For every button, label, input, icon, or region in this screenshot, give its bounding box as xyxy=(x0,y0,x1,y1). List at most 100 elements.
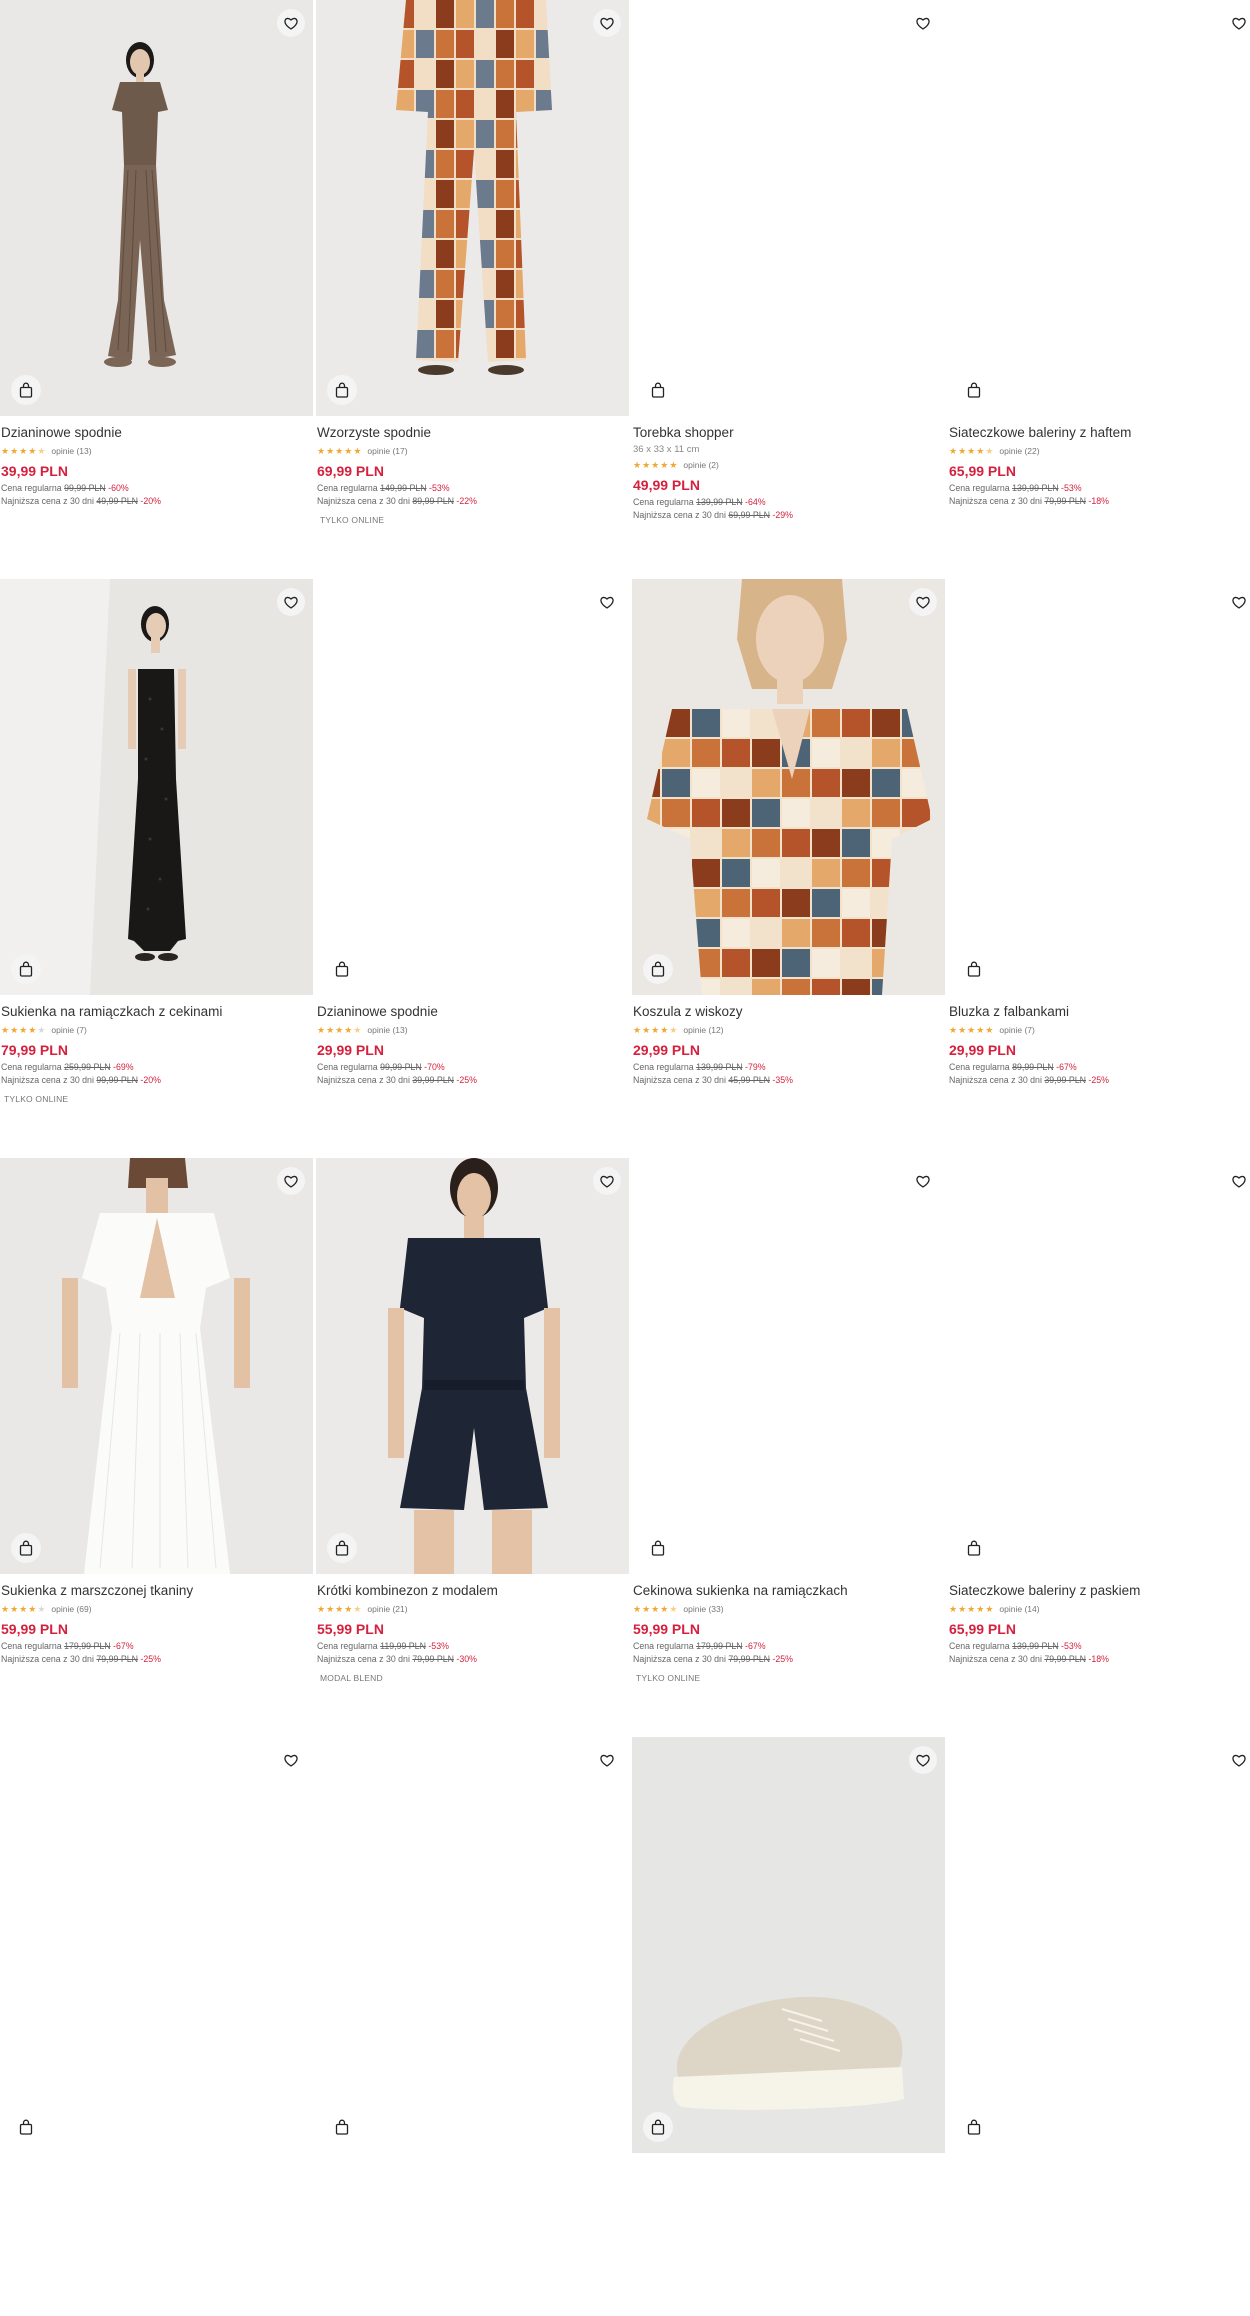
review-count[interactable]: opinie (7) xyxy=(51,1025,86,1035)
product-name[interactable]: Siateczkowe baleriny z haftem xyxy=(949,424,1250,441)
shopping-bag-icon[interactable] xyxy=(959,375,989,405)
product-name[interactable]: Dzianinowe spodnie xyxy=(1,424,312,441)
product-card-8[interactable]: Bluzka z falbankami ★ ★ ★ ★ ★ opinie (7) 29,… xyxy=(948,579,1250,1158)
shopping-bag-icon[interactable] xyxy=(327,375,357,405)
product-image[interactable] xyxy=(0,0,313,416)
heart-outline-icon[interactable] xyxy=(909,588,937,616)
product-card-11[interactable]: Cekinowa sukienka na ramiączkach ★ ★ ★ ★ ★ o… xyxy=(632,1158,945,1737)
star-icon: ★ xyxy=(651,459,660,470)
product-name[interactable]: Krótki kombinezon z modalem xyxy=(317,1582,628,1599)
product-image[interactable] xyxy=(0,1158,313,1574)
heart-outline-icon[interactable] xyxy=(1225,588,1250,616)
star-icon: ★ xyxy=(335,1603,344,1614)
product-image[interactable] xyxy=(632,1737,945,2153)
shopping-bag-icon[interactable] xyxy=(643,954,673,984)
heart-outline-icon[interactable] xyxy=(593,1167,621,1195)
review-count[interactable]: opinie (12) xyxy=(683,1025,723,1035)
product-card-6[interactable]: Dzianinowe spodnie ★ ★ ★ ★ ★ opinie (13) 29,… xyxy=(316,579,629,1158)
product-card-5[interactable]: Sukienka na ramiączkach z cekinami ★ ★ ★ ★ ★… xyxy=(0,579,313,1158)
product-image[interactable] xyxy=(0,1737,313,2153)
product-card-7[interactable]: Koszula z wiskozy ★ ★ ★ ★ ★ opinie (12) 29,9… xyxy=(632,579,945,1158)
shopping-bag-icon[interactable] xyxy=(959,2112,989,2142)
product-tag: MODAL BLEND xyxy=(320,1673,383,1683)
heart-outline-icon[interactable] xyxy=(593,9,621,37)
review-count[interactable]: opinie (13) xyxy=(51,446,91,456)
product-card-3[interactable]: Torebka shopper 36 x 33 x 11 cm ★ ★ ★ ★ ★ op… xyxy=(632,0,945,579)
shopping-bag-icon[interactable] xyxy=(643,375,673,405)
lowest-price-label: Najniższa cena z 30 dni xyxy=(1,1075,94,1085)
product-card-13[interactable]: ★★★★★ xyxy=(0,1737,313,2316)
heart-outline-icon[interactable] xyxy=(1225,1746,1250,1774)
product-card-4[interactable]: Siateczkowe baleriny z haftem ★ ★ ★ ★ ★ opin… xyxy=(948,0,1250,579)
heart-outline-icon[interactable] xyxy=(277,1167,305,1195)
shopping-bag-icon[interactable] xyxy=(959,954,989,984)
regular-discount: -53% xyxy=(429,483,450,493)
review-count[interactable]: opinie (22) xyxy=(999,446,1039,456)
heart-outline-icon[interactable] xyxy=(1225,9,1250,37)
product-name[interactable]: Sukienka z marszczonej tkaniny xyxy=(1,1582,312,1599)
product-image[interactable] xyxy=(632,579,945,995)
shopping-bag-icon[interactable] xyxy=(327,1533,357,1563)
product-card-1[interactable]: Dzianinowe spodnie ★ ★ ★ ★ ★ opinie (13) 39,… xyxy=(0,0,313,579)
star-icon: ★ xyxy=(660,459,669,470)
shopping-bag-icon[interactable] xyxy=(643,1533,673,1563)
review-count[interactable]: opinie (33) xyxy=(683,1604,723,1614)
heart-outline-icon[interactable] xyxy=(277,1746,305,1774)
product-image[interactable] xyxy=(632,1158,945,1574)
product-name[interactable]: Sukienka na ramiączkach z cekinami xyxy=(1,1003,312,1020)
review-count[interactable]: opinie (17) xyxy=(367,446,407,456)
product-image[interactable] xyxy=(948,1737,1250,2153)
heart-outline-icon[interactable] xyxy=(593,1746,621,1774)
product-image[interactable] xyxy=(948,0,1250,416)
product-image[interactable] xyxy=(316,0,629,416)
shopping-bag-icon[interactable] xyxy=(11,954,41,984)
review-count[interactable]: opinie (14) xyxy=(999,1604,1039,1614)
shopping-bag-icon[interactable] xyxy=(643,2112,673,2142)
product-name[interactable]: Dzianinowe spodnie xyxy=(317,1003,628,1020)
sale-price: 79,99 PLN xyxy=(1,1042,68,1058)
shopping-bag-icon[interactable] xyxy=(327,954,357,984)
product-image[interactable] xyxy=(316,579,629,995)
product-name[interactable]: Torebka shopper xyxy=(633,424,944,441)
shopping-bag-icon[interactable] xyxy=(959,1533,989,1563)
shopping-bag-icon[interactable] xyxy=(11,1533,41,1563)
heart-outline-icon[interactable] xyxy=(1225,1167,1250,1195)
shopping-bag-icon[interactable] xyxy=(11,2112,41,2142)
heart-outline-icon[interactable] xyxy=(277,9,305,37)
heart-outline-icon[interactable] xyxy=(909,1746,937,1774)
review-count[interactable]: opinie (69) xyxy=(51,1604,91,1614)
heart-outline-icon[interactable] xyxy=(909,1167,937,1195)
product-image[interactable] xyxy=(0,579,313,995)
product-name[interactable]: Wzorzyste spodnie xyxy=(317,424,628,441)
rating-stars: ★ ★ ★ ★ ★ xyxy=(317,1603,361,1614)
shopping-bag-icon[interactable] xyxy=(11,375,41,405)
product-card-10[interactable]: Krótki kombinezon z modalem ★ ★ ★ ★ ★ opinie… xyxy=(316,1158,629,1737)
product-card-16[interactable]: ★★★★★ xyxy=(948,1737,1250,2316)
product-card-9[interactable]: Sukienka z marszczonej tkaniny ★ ★ ★ ★ ★ opi… xyxy=(0,1158,313,1737)
review-count[interactable]: opinie (7) xyxy=(999,1025,1034,1035)
product-image[interactable] xyxy=(316,1158,629,1574)
rating-stars: ★ ★ ★ ★ ★ xyxy=(317,1025,361,1035)
review-count[interactable]: opinie (21) xyxy=(367,1604,407,1614)
product-image[interactable] xyxy=(316,1737,629,2153)
shopping-bag-icon[interactable] xyxy=(327,2112,357,2142)
heart-outline-icon[interactable] xyxy=(277,588,305,616)
product-image[interactable] xyxy=(948,1158,1250,1574)
sale-price: 59,99 PLN xyxy=(633,1621,700,1637)
product-name[interactable]: Bluzka z falbankami xyxy=(949,1003,1250,1020)
product-card-14[interactable]: ★★★★★ xyxy=(316,1737,629,2316)
heart-outline-icon[interactable] xyxy=(909,9,937,37)
heart-outline-icon[interactable] xyxy=(593,588,621,616)
product-name[interactable]: Cekinowa sukienka na ramiączkach xyxy=(633,1582,944,1599)
product-card-2[interactable]: Wzorzyste spodnie ★ ★ ★ ★ ★ opinie (17) 69,9… xyxy=(316,0,629,579)
rating-stars: ★ ★ ★ ★ ★ xyxy=(949,446,993,456)
product-image[interactable] xyxy=(948,579,1250,995)
product-name[interactable]: Koszula z wiskozy xyxy=(633,1003,944,1020)
product-image[interactable] xyxy=(632,0,945,416)
product-name[interactable]: Siateczkowe baleriny z paskiem xyxy=(949,1582,1250,1599)
lowest-price-label: Najniższa cena z 30 dni xyxy=(633,510,726,520)
review-count[interactable]: opinie (13) xyxy=(367,1025,407,1035)
product-card-15[interactable]: ★★★★★ xyxy=(632,1737,945,2316)
product-card-12[interactable]: Siateczkowe baleriny z paskiem ★ ★ ★ ★ ★ opi… xyxy=(948,1158,1250,1737)
review-count[interactable]: opinie (2) xyxy=(683,460,718,470)
